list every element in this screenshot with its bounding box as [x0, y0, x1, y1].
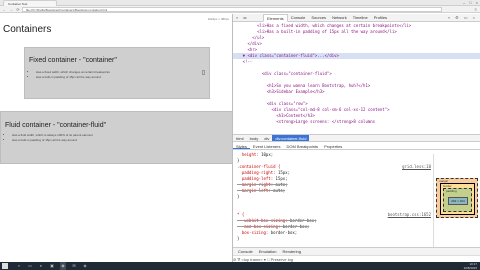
styles-pane[interactable]: height: 10px;} .container-fluid {grid.les… — [233, 151, 433, 247]
padding-label: padding — [446, 189, 457, 193]
mouse-cursor-icon — [202, 70, 205, 75]
css-value: 15px; — [275, 170, 290, 175]
tab-sources[interactable]: Sources — [308, 14, 329, 22]
fluid-container-list: Has a fluid width, which is always 100% … — [12, 133, 93, 143]
breadcrumb: html body div div.container-fluid — [233, 134, 480, 142]
fixed-container-list: Has a fixed width, which changes at cert… — [36, 70, 110, 80]
css-value: } — [237, 236, 240, 241]
devtools-panel: ⌕ ▭ Elements Console Sources Network Tim… — [233, 14, 480, 263]
box-model-content: 262 × 104 — [448, 197, 468, 205]
css-value: 10px; — [258, 152, 274, 157]
taskbar-app-icon[interactable]: ✉ — [71, 262, 77, 270]
taskbar-app-icon[interactable]: ▣ — [49, 262, 55, 270]
address-bar: ← → ⟳ file:///C:/Drafts/Bootstrap/Contai… — [0, 6, 480, 13]
css-property: .container-fluid { — [237, 164, 281, 169]
tab-network[interactable]: Network — [329, 14, 350, 22]
css-value: border-box; — [268, 230, 298, 235]
devtools-toolbar: ⌕ ▭ Elements Console Sources Network Tim… — [233, 14, 480, 22]
taskbar-app-icon[interactable]: ◈ — [82, 262, 88, 270]
breadcrumb-item[interactable]: html — [233, 135, 247, 141]
taskbar-app-icon[interactable]: ◉ — [60, 262, 66, 270]
taskbar-icons: ⌕ ▭ e ▣ ◉ ✉ ◈ — [16, 262, 88, 270]
page-title: Containers — [3, 24, 52, 35]
taskbar-app-icon[interactable]: ▭ — [27, 262, 33, 270]
list-item: Has a built-in padding of 15px all the w… — [12, 138, 93, 143]
tab-timeline[interactable]: Timeline — [350, 14, 371, 22]
tab-elements[interactable]: Elements — [263, 14, 288, 22]
css-property: height: — [237, 152, 259, 157]
url-input[interactable]: file:///C:/Drafts/Bootstrap/Containers/B… — [22, 7, 442, 12]
dom-line[interactable]: <strong>Large screens: </strong>8 column… — [233, 119, 480, 125]
css-value: auto; — [270, 188, 286, 193]
tab-console[interactable]: Console — [288, 14, 309, 22]
browser-window: Container Test – □ × ← → ⟳ file:///C:/Dr… — [0, 0, 480, 263]
styles-subtabs: Styles Event Listeners DOM Breakpoints Prop… — [233, 143, 480, 150]
css-property: margin-right: — [237, 182, 274, 187]
box-model-diagram: margin border padding 262 × 104 — [433, 154, 479, 247]
box-model-border: border padding 262 × 104 — [440, 183, 475, 215]
box-model-padding: padding 262 × 104 — [443, 188, 472, 212]
css-value: } — [237, 194, 240, 199]
css-value: border-box; — [280, 224, 310, 229]
page-viewport: 1024px × 480px Containers Fixed containe… — [0, 14, 233, 262]
start-button[interactable] — [2, 263, 8, 269]
breadcrumb-item[interactable]: div.container-fluid — [272, 135, 310, 141]
list-item: Has a built-in padding of 15px all the w… — [36, 75, 110, 80]
devtools-settings-icon[interactable]: » ⚙ ▭ × — [448, 14, 477, 22]
subtab[interactable]: Styles — [233, 143, 250, 149]
breadcrumb-item[interactable]: body — [247, 135, 262, 141]
box-model-margin: margin border padding 262 × 104 — [436, 178, 478, 218]
system-clock: 10:17 10/8/2015 — [464, 262, 477, 270]
breadcrumb-item[interactable]: div — [261, 135, 272, 141]
tab-profiles[interactable]: Profiles — [371, 14, 390, 22]
css-value: border-box; — [287, 218, 317, 223]
viewport-size-label: 1024px × 480px — [207, 17, 229, 21]
css-property: margin-left: — [237, 188, 271, 193]
clock-date: 10/8/2015 — [463, 266, 477, 270]
fluid-container-box: Fluid container - "container-fluid" Has … — [0, 111, 233, 164]
menu-icon[interactable]: ≡ — [475, 6, 477, 13]
css-property: -moz-box-sizing: — [237, 224, 281, 229]
inspect-icon[interactable]: ⌕ ▭ — [236, 14, 248, 22]
css-property: -webkit-box-sizing: — [237, 218, 288, 223]
subtab[interactable]: DOM Breakpoints — [283, 143, 321, 149]
subtab[interactable]: Event Listeners — [250, 143, 284, 149]
taskbar: ⌕ ▭ e ▣ ◉ ✉ ◈ 10:17 10/8/2015 — [0, 262, 480, 270]
css-value: 15px; — [273, 176, 288, 181]
devtools-tabs: Elements Console Sources Network Timelin… — [263, 14, 390, 22]
css-property: padding-left: — [237, 176, 274, 181]
taskbar-app-icon[interactable]: ⌕ — [16, 262, 22, 270]
style-rule-line[interactable]: } — [237, 236, 433, 242]
fixed-container-heading: Fixed container - "container" — [29, 57, 117, 64]
css-property: * { — [237, 212, 245, 217]
fixed-container-box: Fixed container - "container" Has a fixe… — [24, 47, 210, 99]
css-value: } — [237, 158, 240, 163]
console-drawer: Console Emulation Rendering ⊘ ∇ <top frame… — [233, 247, 480, 263]
css-property: box-sizing: — [237, 230, 269, 235]
subtab[interactable]: Properties — [321, 143, 345, 149]
css-value: auto; — [273, 182, 288, 187]
elements-dom-tree[interactable]: <li>Has a fixed width, which changes at … — [233, 22, 480, 137]
taskbar-app-icon[interactable]: e — [38, 262, 44, 270]
css-property: padding-right: — [237, 170, 276, 175]
nav-arrows-icon[interactable]: ← → ⟳ — [2, 6, 21, 13]
fluid-container-heading: Fluid container - "container-fluid" — [5, 122, 107, 129]
